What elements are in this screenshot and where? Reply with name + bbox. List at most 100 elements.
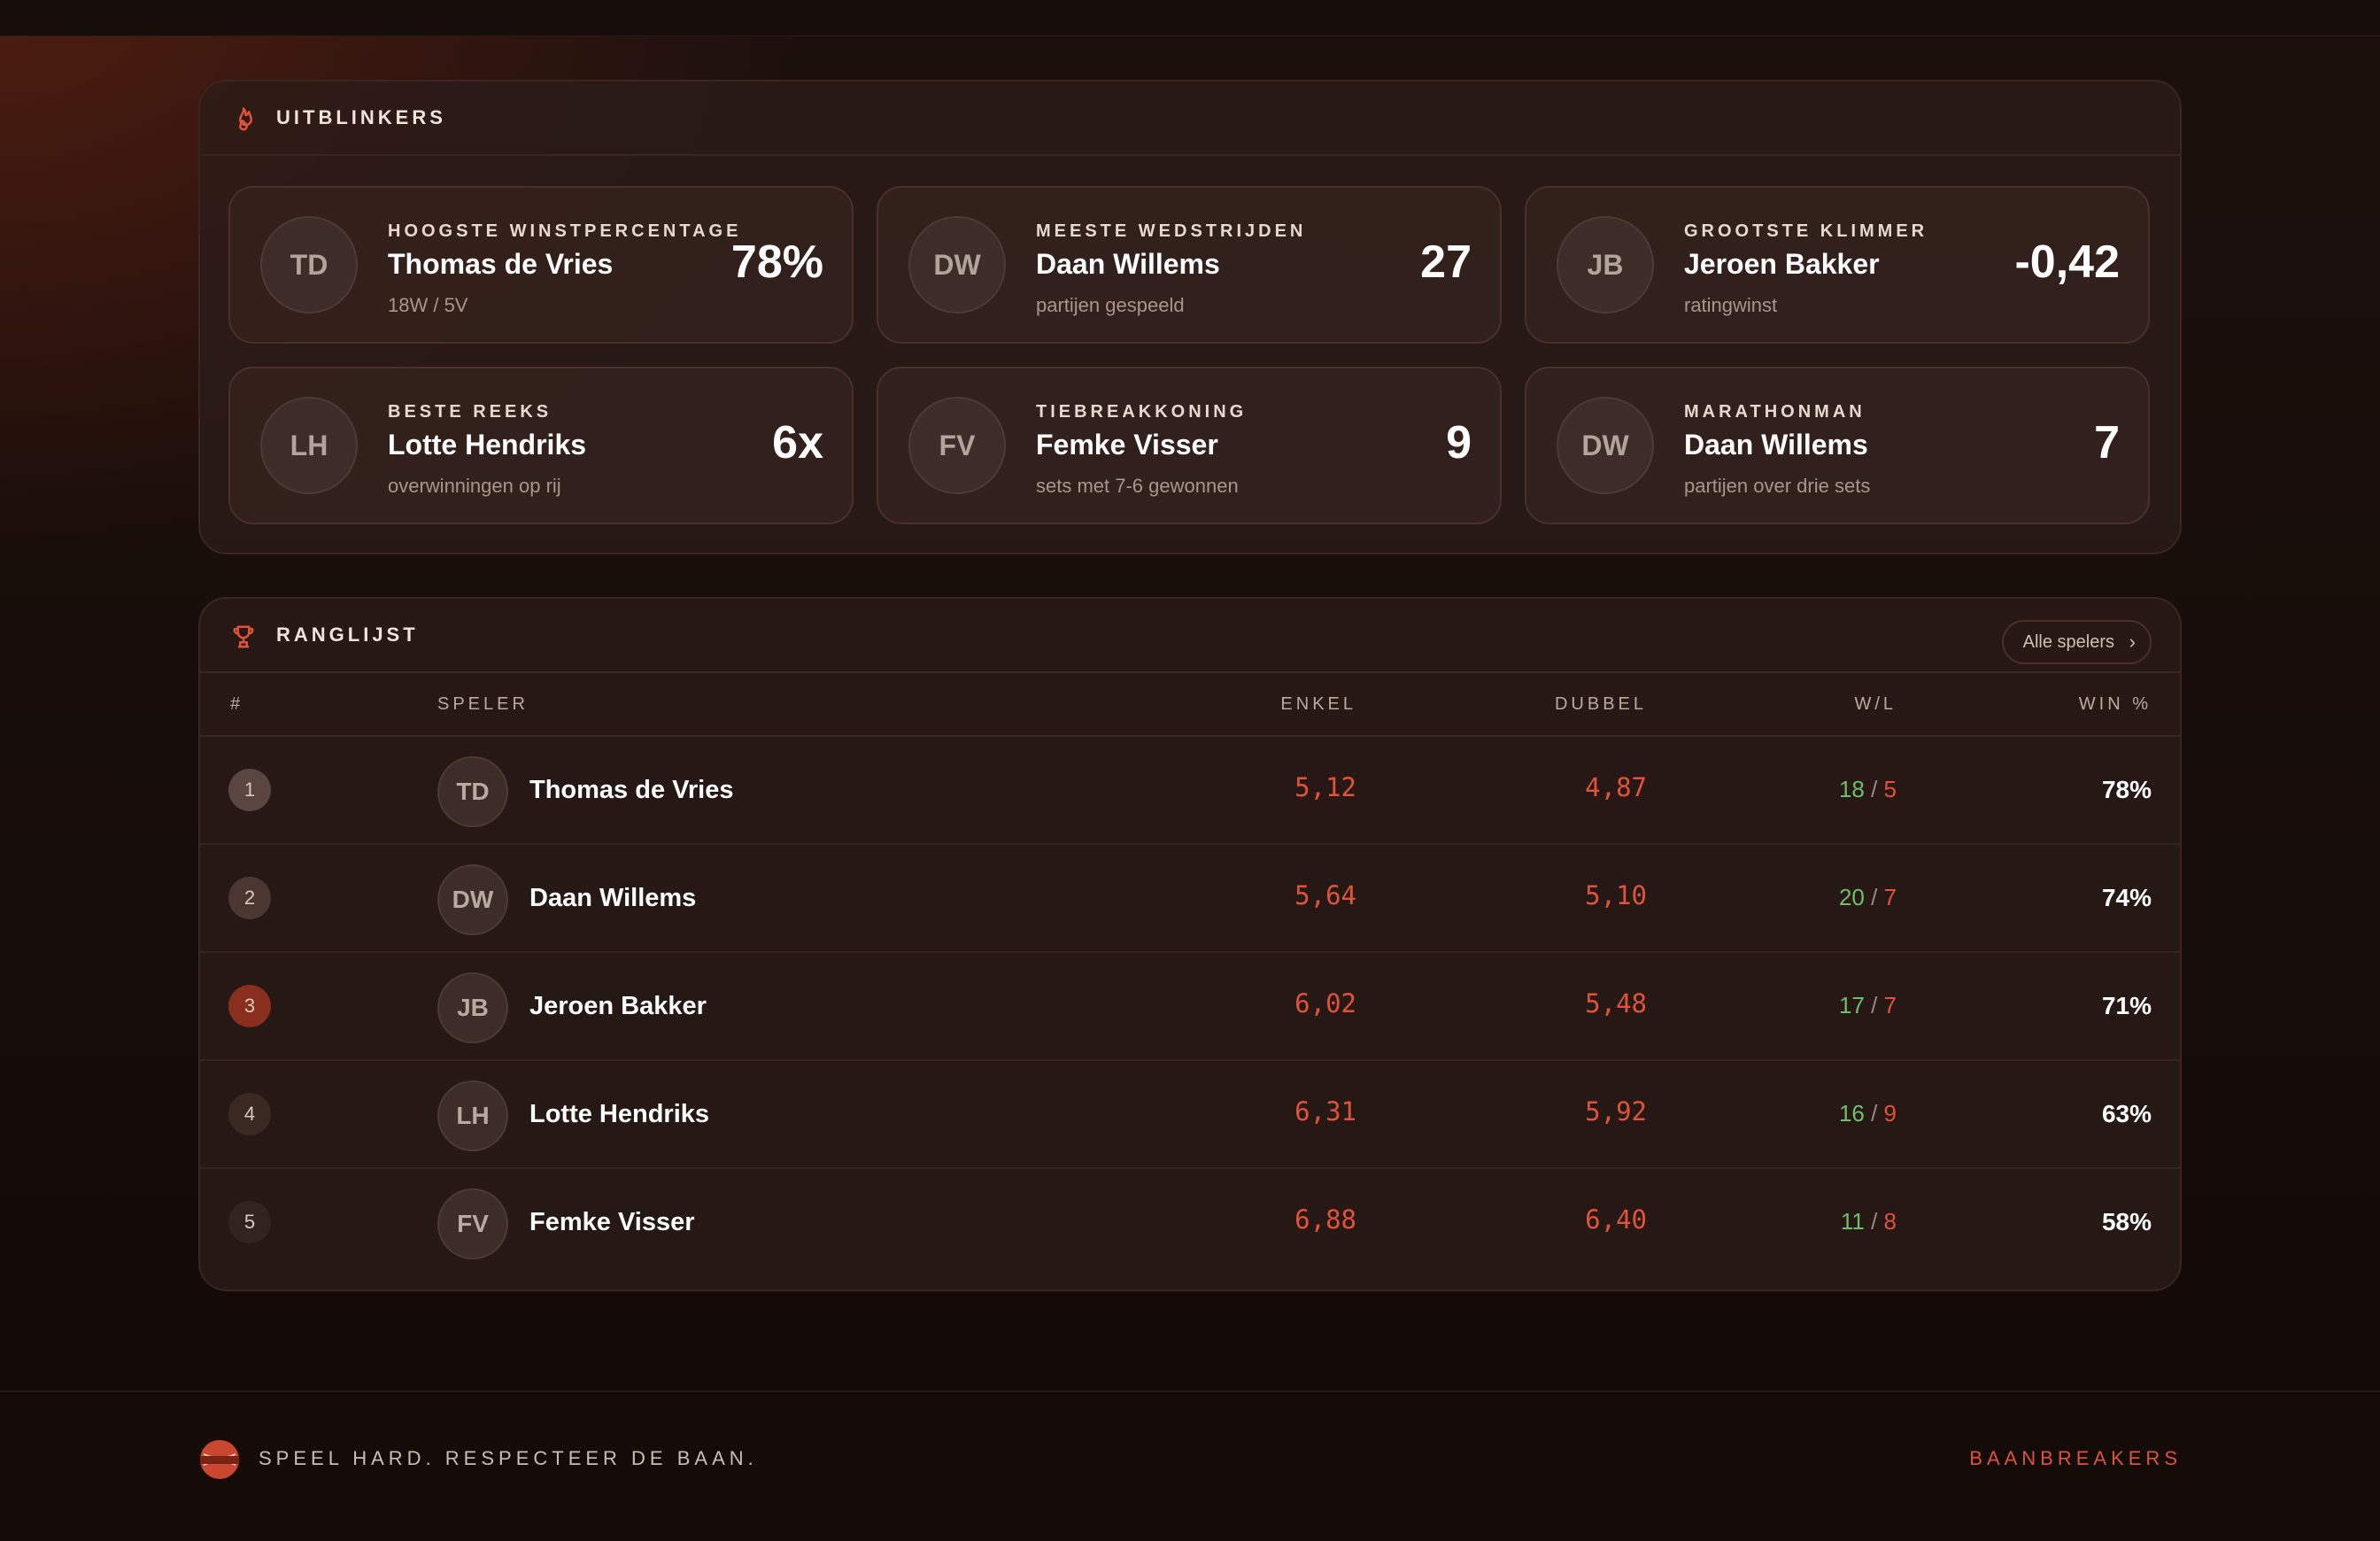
- highlight-card-marathon-man[interactable]: DW MARATHONMAN Daan Willems partijen ove…: [1525, 367, 2150, 524]
- column-header-single[interactable]: ENKEL: [1280, 694, 1356, 715]
- highlight-value: 27: [1420, 236, 1472, 288]
- highlight-label: BESTE REEKS: [388, 402, 552, 422]
- all-players-button[interactable]: Alle spelers ›: [2001, 620, 2152, 664]
- avatar: DW: [437, 864, 508, 935]
- player-name[interactable]: Jeroen Bakker: [529, 992, 707, 1021]
- highlight-player-name: Daan Willems: [1684, 429, 1868, 461]
- win-percentage: 58%: [2101, 1208, 2152, 1235]
- player-name[interactable]: Thomas de Vries: [529, 776, 734, 805]
- losses: 8: [1883, 1208, 1897, 1235]
- wins: 20: [1838, 884, 1865, 910]
- win-percentage: 71%: [2101, 992, 2152, 1019]
- highlight-player-name: Femke Visser: [1036, 429, 1218, 461]
- highlight-label: GROOTSTE KLIMMER: [1684, 221, 1928, 241]
- highlight-label: TIEBREAKKONING: [1036, 402, 1248, 422]
- ranking-rows: 1 TD Thomas de Vries 5,12 4,87 18 / 5 78…: [200, 737, 2180, 1289]
- avatar: FV: [437, 1189, 508, 1259]
- double-rating: 4,87: [1585, 772, 1647, 802]
- double-rating: 6,40: [1585, 1204, 1647, 1235]
- baanbreakers-logo-icon: [200, 1440, 239, 1479]
- table-row[interactable]: 4 LH Lotte Hendriks 6,31 5,92 16 / 9 63%: [200, 1061, 2180, 1169]
- wl-separator: /: [1864, 1208, 1884, 1235]
- win-loss: 18 / 5: [1839, 776, 1897, 803]
- column-header-win-pct[interactable]: WIN %: [2079, 694, 2152, 715]
- table-row[interactable]: 5 FV Femke Visser 6,88 6,40 11 / 8 58%: [200, 1169, 2180, 1277]
- highlight-subtext: partijen over drie sets: [1684, 475, 1871, 497]
- highlight-player-name: Daan Willems: [1036, 248, 1220, 280]
- wins: 16: [1838, 1100, 1865, 1127]
- highlight-value: 78%: [730, 236, 823, 288]
- single-rating: 5,12: [1294, 772, 1356, 802]
- column-header-double[interactable]: DUBBEL: [1555, 694, 1647, 715]
- avatar: DW: [1557, 397, 1654, 494]
- ranking-header: RANGLIJST Alle spelers ›: [200, 599, 2180, 673]
- single-rating: 6,02: [1294, 988, 1356, 1018]
- highlight-player-name: Lotte Hendriks: [388, 429, 587, 461]
- rank-badge: 2: [228, 877, 271, 919]
- win-loss: 16 / 9: [1839, 1100, 1897, 1127]
- column-header-rank[interactable]: #: [230, 694, 243, 715]
- highlight-card-win-percentage[interactable]: TD HOOGSTE WINSTPERCENTAGE Thomas de Vri…: [228, 186, 854, 344]
- highlight-player-name: Jeroen Bakker: [1684, 248, 1880, 280]
- avatar: TD: [260, 216, 358, 314]
- wl-separator: /: [1864, 992, 1884, 1018]
- highlight-card-biggest-climber[interactable]: JB GROOTSTE KLIMMER Jeroen Bakker rating…: [1525, 186, 2150, 344]
- player-name[interactable]: Daan Willems: [529, 884, 696, 913]
- table-row[interactable]: 3 JB Jeroen Bakker 6,02 5,48 17 / 7 71%: [200, 953, 2180, 1061]
- column-header-wl[interactable]: W/L: [1854, 694, 1897, 715]
- highlight-player-name: Thomas de Vries: [388, 248, 614, 280]
- wins: 11: [1840, 1208, 1865, 1235]
- footer-brand-link[interactable]: BAANBREAKERS: [1969, 1447, 2182, 1470]
- highlights-title: UITBLINKERS: [276, 106, 446, 128]
- highlight-label: HOOGSTE WINSTPERCENTAGE: [388, 221, 742, 241]
- ranking-title: RANGLIJST: [276, 623, 419, 646]
- avatar: TD: [437, 756, 508, 827]
- avatar: JB: [437, 972, 508, 1043]
- flame-icon: [239, 107, 252, 131]
- highlight-card-most-matches[interactable]: DW MEESTE WEDSTRIJDEN Daan Willems parti…: [877, 186, 1502, 344]
- highlight-subtext: 18W / 5V: [388, 294, 468, 316]
- avatar: FV: [908, 397, 1006, 494]
- highlight-card-tiebreak-king[interactable]: FV TIEBREAKKONING Femke Visser sets met …: [877, 367, 1502, 524]
- table-header: # SPELER ENKEL DUBBEL W/L WIN %: [200, 673, 2180, 737]
- win-percentage: 63%: [2101, 1100, 2152, 1127]
- highlight-subtext: overwinningen op rij: [388, 475, 561, 497]
- losses: 9: [1883, 1100, 1897, 1127]
- highlights-header: UITBLINKERS: [200, 81, 2180, 156]
- rank-badge: 1: [228, 769, 271, 811]
- column-header-player[interactable]: SPELER: [437, 694, 529, 715]
- highlight-value: 6x: [772, 417, 823, 468]
- losses: 5: [1883, 776, 1897, 802]
- win-loss: 17 / 7: [1839, 992, 1897, 1019]
- double-rating: 5,92: [1585, 1096, 1647, 1127]
- win-loss: 20 / 7: [1839, 884, 1897, 911]
- losses: 7: [1883, 992, 1897, 1018]
- wl-separator: /: [1864, 884, 1884, 910]
- trophy-icon: [233, 625, 254, 648]
- highlight-label: MEESTE WEDSTRIJDEN: [1036, 221, 1307, 241]
- avatar: LH: [437, 1080, 508, 1151]
- table-row[interactable]: 2 DW Daan Willems 5,64 5,10 20 / 7 74%: [200, 845, 2180, 953]
- rank-badge: 3: [228, 985, 271, 1027]
- rank-badge: 5: [228, 1201, 271, 1243]
- avatar: LH: [260, 397, 358, 494]
- win-percentage: 78%: [2101, 776, 2152, 803]
- highlight-subtext: sets met 7-6 gewonnen: [1036, 475, 1239, 497]
- win-loss: 11 / 8: [1841, 1208, 1897, 1235]
- single-rating: 6,88: [1294, 1204, 1356, 1235]
- highlight-value: -0,42: [2014, 236, 2120, 288]
- chevron-right-icon: ›: [2129, 631, 2136, 653]
- avatar: JB: [1557, 216, 1654, 314]
- highlight-card-best-streak[interactable]: LH BESTE REEKS Lotte Hendriks overwinnin…: [228, 367, 854, 524]
- all-players-label: Alle spelers: [2022, 632, 2114, 652]
- player-name[interactable]: Femke Visser: [529, 1208, 695, 1237]
- wins: 17: [1838, 992, 1865, 1018]
- table-row[interactable]: 1 TD Thomas de Vries 5,12 4,87 18 / 5 78…: [200, 737, 2180, 845]
- footer-slogan: SPEEL HARD. RESPECTEER DE BAAN.: [259, 1447, 758, 1469]
- losses: 7: [1883, 884, 1897, 910]
- wl-separator: /: [1864, 1100, 1884, 1127]
- player-name[interactable]: Lotte Hendriks: [529, 1100, 709, 1129]
- top-bar: [0, 0, 2380, 36]
- wins: 18: [1838, 776, 1865, 802]
- highlight-subtext: ratingwinst: [1684, 294, 1778, 316]
